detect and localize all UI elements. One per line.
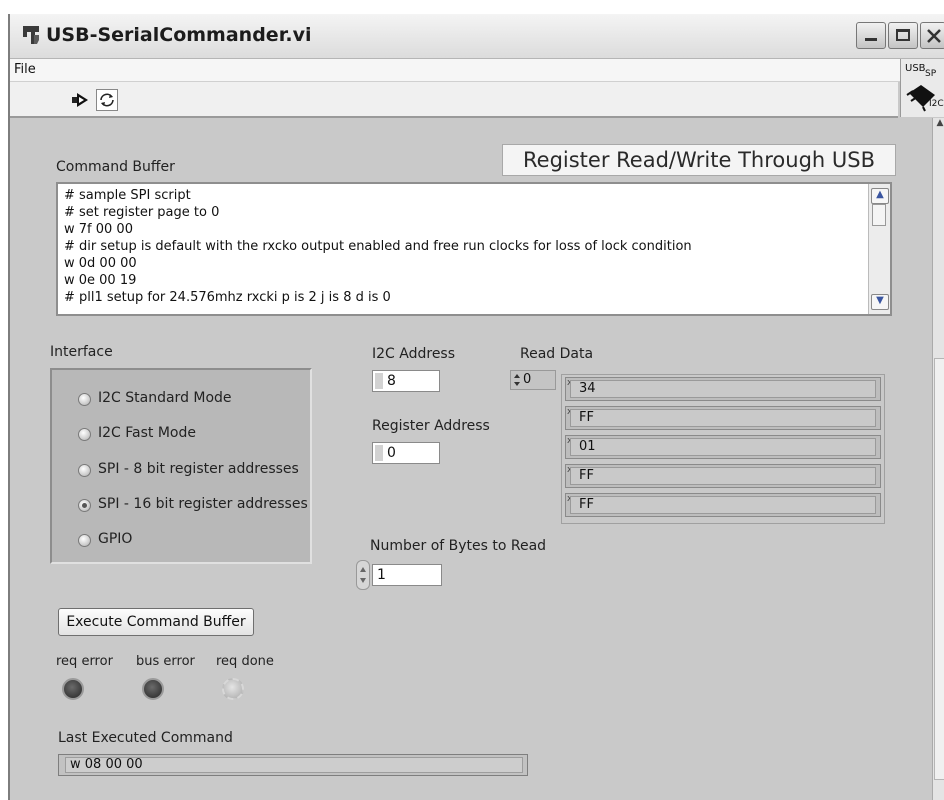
read-data-element: x01 bbox=[565, 435, 881, 459]
register-address-input[interactable]: 0 bbox=[372, 442, 440, 464]
vi-icon-label-bottom: I2C bbox=[929, 99, 944, 109]
radio-label: I2C Standard Mode bbox=[98, 390, 232, 406]
run-button[interactable] bbox=[70, 89, 92, 111]
last-executed-command-display: w 08 00 00 bbox=[58, 754, 528, 776]
num-bytes-label: Number of Bytes to Read bbox=[370, 538, 547, 554]
req-done-led bbox=[222, 678, 244, 700]
register-address-label: Register Address bbox=[372, 418, 490, 434]
radio-button[interactable] bbox=[78, 428, 91, 441]
read-data-value: FF bbox=[570, 467, 876, 485]
radix-indicator[interactable] bbox=[375, 445, 383, 461]
command-line: w 7f 00 00 bbox=[64, 222, 133, 237]
radio-button-selected[interactable] bbox=[78, 499, 91, 512]
i2c-address-value: 8 bbox=[387, 373, 396, 389]
vi-icon-label-top: USB bbox=[905, 63, 926, 74]
radio-label: SPI - 8 bit register addresses bbox=[98, 461, 299, 477]
close-button[interactable] bbox=[920, 22, 944, 49]
interface-label: Interface bbox=[50, 344, 113, 360]
radio-button[interactable] bbox=[78, 393, 91, 406]
scroll-up-icon[interactable]: ▲ bbox=[871, 188, 889, 204]
last-executed-label: Last Executed Command bbox=[58, 730, 233, 746]
minimize-icon bbox=[865, 38, 877, 41]
index-stepper-icon[interactable] bbox=[513, 373, 521, 387]
interface-radio-group: I2C Standard Mode I2C Fast Mode SPI - 8 … bbox=[50, 368, 312, 564]
i2c-address-label: I2C Address bbox=[372, 346, 456, 362]
panel-header-title: Register Read/Write Through USB bbox=[502, 144, 896, 176]
radio-button[interactable] bbox=[78, 464, 91, 477]
array-index-control[interactable]: 0 bbox=[510, 370, 556, 390]
scroll-thumb[interactable] bbox=[934, 358, 944, 780]
title-bar[interactable]: USB-SerialCommander.vi bbox=[10, 14, 944, 59]
read-data-element: x34 bbox=[565, 377, 881, 401]
toolbar bbox=[10, 82, 898, 118]
req-error-label: req error bbox=[56, 654, 113, 669]
command-line: w 0e 00 19 bbox=[64, 273, 137, 288]
radio-label: SPI - 16 bit register addresses bbox=[98, 496, 308, 512]
scroll-up-icon[interactable]: ▲ bbox=[933, 118, 944, 132]
i2c-address-input[interactable]: 8 bbox=[372, 370, 440, 392]
last-executed-value: w 08 00 00 bbox=[65, 757, 523, 773]
command-line: # sample SPI script bbox=[64, 188, 191, 203]
menu-bar: File bbox=[10, 59, 944, 82]
window-title: USB-SerialCommander.vi bbox=[46, 24, 312, 46]
application-window: USB-SerialCommander.vi File USB SP I2C ▲… bbox=[8, 14, 944, 800]
num-bytes-stepper[interactable] bbox=[356, 560, 370, 590]
bus-error-led bbox=[142, 678, 164, 700]
register-address-value: 0 bbox=[387, 445, 396, 461]
menu-file[interactable]: File bbox=[14, 62, 36, 77]
execute-command-buffer-button[interactable]: Execute Command Buffer bbox=[58, 608, 254, 636]
panel-scrollbar[interactable]: ▲ bbox=[932, 118, 944, 800]
num-bytes-input[interactable]: 1 bbox=[372, 564, 442, 586]
scroll-thumb[interactable] bbox=[872, 204, 886, 226]
read-data-value: FF bbox=[570, 496, 876, 514]
vi-icon: USB SP I2C bbox=[900, 59, 944, 117]
read-data-value: 34 bbox=[570, 380, 876, 398]
command-buffer-scrollbar[interactable]: ▲ ▼ bbox=[868, 184, 890, 314]
command-line: # pll1 setup for 24.576mhz rxcki p is 2 … bbox=[64, 290, 391, 305]
minimize-button[interactable] bbox=[856, 22, 886, 49]
ti-logo-icon bbox=[23, 26, 39, 44]
read-data-value: 01 bbox=[570, 438, 876, 456]
array-index-value: 0 bbox=[523, 372, 532, 387]
radio-label: I2C Fast Mode bbox=[98, 425, 196, 441]
radio-button[interactable] bbox=[78, 534, 91, 547]
continuous-run-icon bbox=[100, 93, 114, 107]
bus-error-label: bus error bbox=[136, 654, 195, 669]
radio-label: GPIO bbox=[98, 531, 133, 547]
increment-decrement-icon[interactable] bbox=[357, 561, 369, 589]
vi-icon-label-sub: SP bbox=[925, 69, 937, 79]
read-data-label: Read Data bbox=[520, 346, 594, 362]
command-buffer-textbox[interactable]: # sample SPI script # set register page … bbox=[56, 182, 892, 316]
command-buffer-label: Command Buffer bbox=[56, 159, 175, 175]
command-line: w 0d 00 00 bbox=[64, 256, 137, 271]
num-bytes-value: 1 bbox=[377, 567, 386, 583]
req-done-label: req done bbox=[216, 654, 274, 669]
close-icon bbox=[927, 29, 941, 43]
read-data-element: xFF bbox=[565, 493, 881, 517]
read-data-element: xFF bbox=[565, 464, 881, 488]
run-continuously-button[interactable] bbox=[96, 89, 118, 111]
read-data-value: FF bbox=[570, 409, 876, 427]
req-error-led bbox=[62, 678, 84, 700]
maximize-button[interactable] bbox=[888, 22, 918, 49]
run-arrow-icon bbox=[72, 93, 88, 107]
maximize-icon bbox=[896, 29, 910, 41]
radix-indicator[interactable] bbox=[375, 373, 383, 389]
scroll-down-icon[interactable]: ▼ bbox=[871, 294, 889, 310]
command-line: # dir setup is default with the rxcko ou… bbox=[64, 239, 692, 254]
command-line: # set register page to 0 bbox=[64, 205, 220, 220]
read-data-element: xFF bbox=[565, 406, 881, 430]
